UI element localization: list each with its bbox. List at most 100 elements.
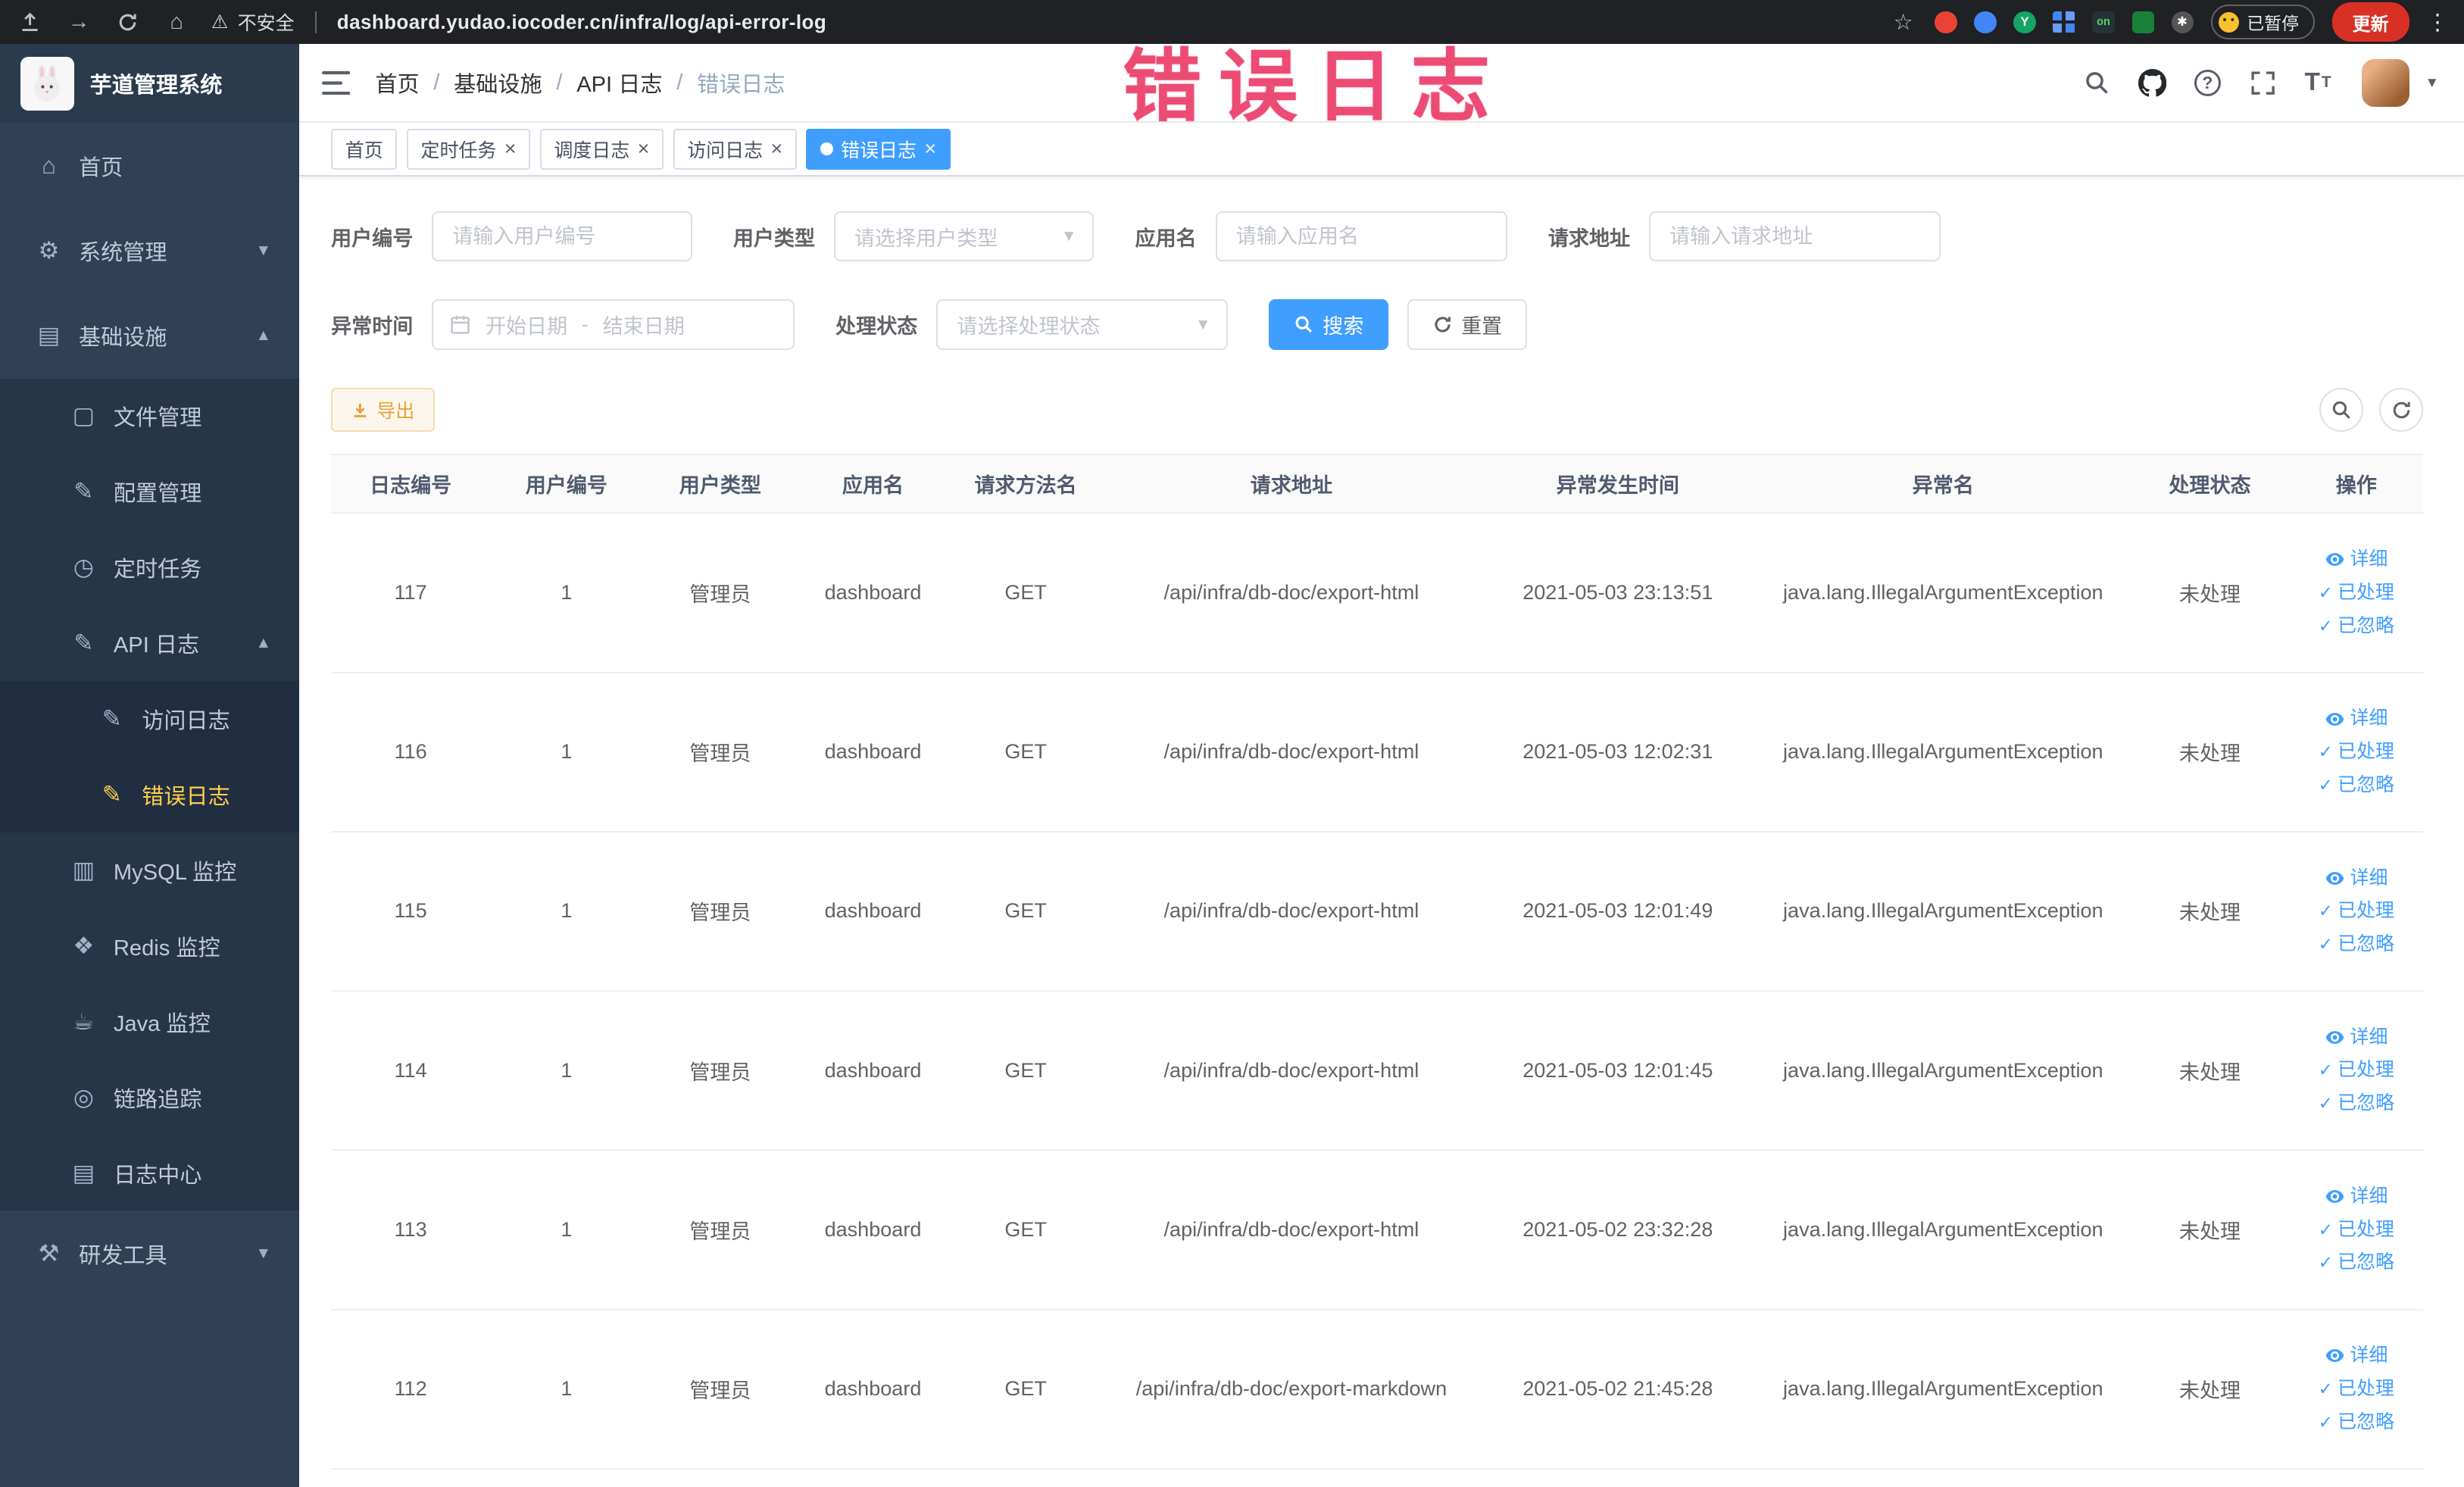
cell-user-id: 1 bbox=[490, 991, 643, 1151]
github-icon[interactable] bbox=[2128, 59, 2175, 106]
cell-user-id: 1 bbox=[490, 831, 643, 992]
sidebar-item[interactable]: ◷ 定时任务 bbox=[0, 530, 300, 606]
paw-extension-icon[interactable]: ✱ bbox=[2171, 11, 2194, 33]
sidebar-item[interactable]: ⌂ 首页 bbox=[0, 123, 299, 208]
ignored-link[interactable]: ✓ 已忽略 bbox=[2296, 613, 2417, 639]
chevron-down-icon: ▼ bbox=[1061, 227, 1077, 245]
ignored-link[interactable]: ✓ 已忽略 bbox=[2296, 931, 2417, 957]
sidebar-item[interactable]: ✎ 错误日志 bbox=[0, 757, 300, 833]
paused-badge[interactable]: 已暂停 bbox=[2210, 4, 2315, 40]
ignored-link[interactable]: ✓ 已忽略 bbox=[2296, 1249, 2417, 1276]
tab-label: 首页 bbox=[345, 139, 383, 161]
eye-icon bbox=[2325, 1345, 2345, 1366]
hamburger-icon[interactable] bbox=[321, 70, 351, 95]
avatar[interactable] bbox=[2362, 59, 2409, 107]
user-id-input[interactable] bbox=[432, 211, 692, 262]
reload-icon[interactable] bbox=[114, 8, 142, 36]
fullscreen-icon[interactable] bbox=[2239, 59, 2286, 106]
detail-link[interactable]: 详细 bbox=[2296, 1024, 2417, 1051]
on-extension-icon[interactable]: on bbox=[2092, 11, 2115, 33]
tab[interactable]: 调度日志 × bbox=[539, 128, 664, 170]
search-button[interactable]: 搜索 bbox=[1269, 299, 1389, 351]
update-button[interactable]: 更新 bbox=[2331, 2, 2409, 42]
tab[interactable]: 错误日志 × bbox=[806, 128, 951, 170]
export-button[interactable]: 导出 bbox=[331, 387, 436, 433]
cell-actions: 详细 ✓ 已处理 ✓ 已忽略 bbox=[2289, 672, 2424, 833]
processed-link[interactable]: ✓ 已处理 bbox=[2296, 1057, 2417, 1083]
grid-extension-icon[interactable] bbox=[2053, 11, 2075, 33]
ignored-link[interactable]: ✓ 已忽略 bbox=[2296, 1090, 2417, 1117]
green-y-extension-icon[interactable]: Y bbox=[2013, 11, 2036, 33]
breadcrumb-item[interactable]: 首页 bbox=[375, 67, 419, 98]
security-chip[interactable]: ⚠ 不安全 bbox=[211, 8, 295, 36]
tab[interactable]: 定时任务 × bbox=[406, 128, 531, 170]
ignored-link[interactable]: ✓ 已忽略 bbox=[2296, 772, 2417, 798]
breadcrumb-item[interactable]: 基础设施 bbox=[454, 67, 542, 98]
config-icon: ✎ bbox=[73, 478, 94, 505]
sidebar-item[interactable]: ⚒ 研发工具 ▼ bbox=[0, 1211, 299, 1295]
share-icon[interactable] bbox=[16, 8, 44, 36]
process-status-select[interactable]: 请选择处理状态 ▼ bbox=[936, 299, 1229, 351]
close-icon[interactable]: × bbox=[638, 139, 650, 159]
help-icon[interactable]: ? bbox=[2184, 59, 2231, 106]
user-type-select[interactable]: 请选择用户类型 ▼ bbox=[834, 211, 1095, 262]
cell-exception: java.lang.IllegalArgumentException bbox=[1756, 1150, 2131, 1310]
chevron-down-icon[interactable]: ▼ bbox=[2425, 74, 2440, 91]
bookmark-star-icon[interactable]: ☆ bbox=[1889, 8, 1917, 36]
search-icon bbox=[1294, 315, 1313, 334]
sidebar-item[interactable]: ▢ 文件管理 bbox=[0, 378, 300, 455]
detail-link[interactable]: 详细 bbox=[2296, 546, 2417, 573]
processed-link[interactable]: ✓ 已处理 bbox=[2296, 1217, 2417, 1243]
sidebar-item[interactable]: ⚙ 系统管理 ▼ bbox=[0, 208, 299, 293]
sidebar-item[interactable]: ◎ 链路追踪 bbox=[0, 1059, 300, 1136]
processed-link[interactable]: ✓ 已处理 bbox=[2296, 1376, 2417, 1402]
cell-method: GET bbox=[948, 513, 1104, 673]
request-url-input[interactable] bbox=[1649, 211, 1941, 262]
red-extension-icon[interactable] bbox=[1935, 11, 1957, 33]
leaf-extension-icon[interactable] bbox=[2131, 11, 2154, 33]
reset-button[interactable]: 重置 bbox=[1407, 299, 1528, 351]
home-icon[interactable]: ⌂ bbox=[162, 8, 190, 36]
date-range-picker[interactable]: 开始日期 - 结束日期 bbox=[432, 299, 795, 351]
detail-link[interactable]: 详细 bbox=[2296, 865, 2417, 892]
cell-method: GET bbox=[948, 1309, 1104, 1470]
sidebar-item[interactable]: ❖ Redis 监控 bbox=[0, 908, 300, 984]
close-icon[interactable]: × bbox=[924, 139, 936, 159]
processed-link[interactable]: ✓ 已处理 bbox=[2296, 579, 2417, 606]
close-icon[interactable]: × bbox=[504, 139, 517, 159]
main-area: 首页 / 基础设施 / API 日志 / 错误日志 ? TT ▼ 首页 定时任务… bbox=[299, 44, 2464, 1487]
processed-link[interactable]: ✓ 已处理 bbox=[2296, 739, 2417, 765]
breadcrumb-item[interactable]: API 日志 bbox=[576, 67, 662, 98]
search-icon[interactable] bbox=[2073, 59, 2120, 106]
logo[interactable]: 芋道管理系统 bbox=[0, 44, 300, 123]
ignored-link[interactable]: ✓ 已忽略 bbox=[2296, 1409, 2417, 1435]
sidebar-item[interactable]: ▤ 基础设施 ▲ bbox=[0, 293, 299, 378]
sidebar-item-label: 系统管理 bbox=[79, 240, 167, 265]
tab[interactable]: 访问日志 × bbox=[673, 128, 797, 170]
cell-url: /api/infra/db-doc/export-html bbox=[1103, 672, 1480, 833]
cell-method: GET bbox=[948, 1150, 1104, 1310]
search-toggle-button[interactable] bbox=[2319, 387, 2364, 433]
app-name-input[interactable] bbox=[1215, 211, 1507, 262]
font-size-icon[interactable]: TT bbox=[2294, 59, 2341, 106]
processed-link[interactable]: ✓ 已处理 bbox=[2296, 898, 2417, 924]
sidebar-item[interactable]: ▤ 日志中心 bbox=[0, 1135, 300, 1211]
action-label: 已忽略 bbox=[2338, 932, 2395, 954]
sidebar-item[interactable]: ✎ 配置管理 bbox=[0, 454, 300, 530]
error-log-icon: ✎ bbox=[101, 781, 122, 808]
close-icon[interactable]: × bbox=[770, 139, 782, 159]
sidebar-item[interactable]: ✎ API 日志 ▲ bbox=[0, 605, 300, 682]
detail-link[interactable]: 详细 bbox=[2296, 705, 2417, 732]
detail-link[interactable]: 详细 bbox=[2296, 1342, 2417, 1369]
cell-url: /api/infra/db-doc/export-html bbox=[1103, 1150, 1480, 1310]
address-bar-url[interactable]: dashboard.yudao.iocoder.cn/infra/log/api… bbox=[337, 11, 826, 34]
tab[interactable]: 首页 bbox=[331, 128, 398, 170]
sidebar-item[interactable]: ☕ Java 监控 bbox=[0, 983, 300, 1060]
blue-extension-icon[interactable] bbox=[1974, 11, 1997, 33]
forward-icon[interactable]: → bbox=[64, 8, 92, 36]
detail-link[interactable]: 详细 bbox=[2296, 1183, 2417, 1210]
sidebar-item[interactable]: ▥ MySQL 监控 bbox=[0, 832, 300, 908]
refresh-button[interactable] bbox=[2378, 387, 2424, 433]
sidebar-item[interactable]: ✎ 访问日志 bbox=[0, 681, 300, 758]
menu-dots-icon[interactable]: ⋮ bbox=[2426, 9, 2448, 36]
